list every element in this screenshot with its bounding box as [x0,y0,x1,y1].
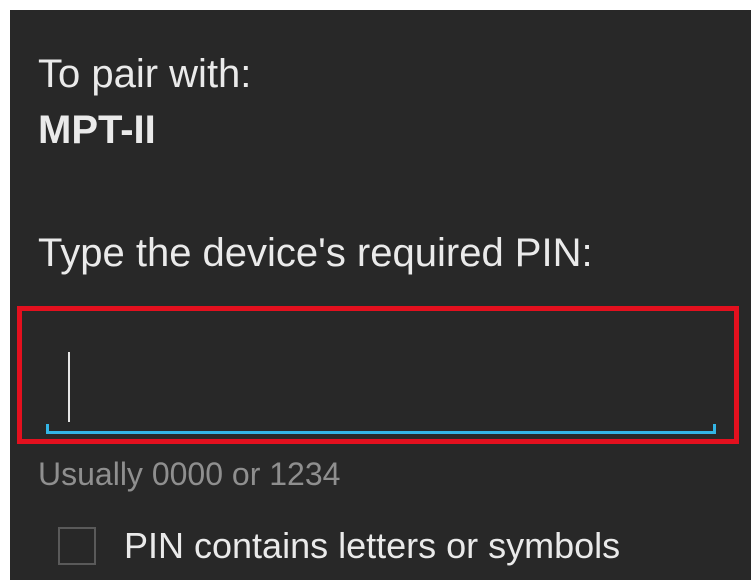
device-name: MPT-II [38,108,156,152]
alphanumeric-pin-option[interactable]: PIN contains letters or symbols [58,520,620,572]
alphanumeric-pin-checkbox[interactable] [58,527,96,565]
alphanumeric-pin-label: PIN contains letters or symbols [124,525,621,566]
pin-input-underline [46,424,716,434]
pair-with-label: To pair with: [38,52,252,96]
text-cursor [68,352,70,422]
pin-prompt: Type the device's required PIN: [38,231,593,275]
pin-hint: Usually 0000 or 1234 [38,456,341,492]
pin-input[interactable] [46,336,716,432]
pairing-dialog: To pair with: MPT-II Type the device's r… [10,10,751,580]
